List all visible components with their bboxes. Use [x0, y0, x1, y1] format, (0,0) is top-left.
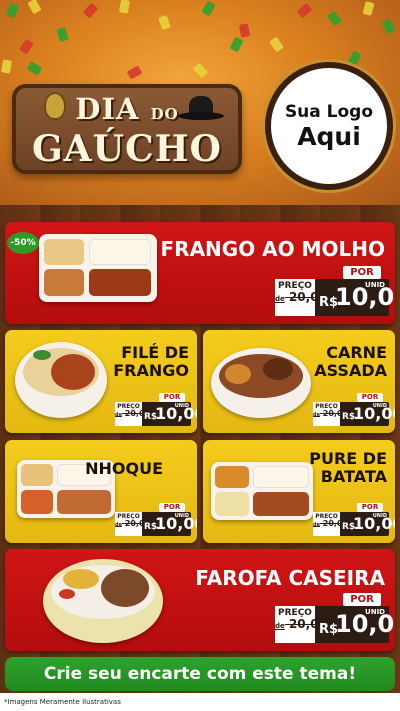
gaucho-hat-icon [178, 96, 224, 122]
food-image-carne-assada [211, 348, 311, 418]
discount-badge: -50% [7, 232, 39, 254]
product-card-pure-de-batata[interactable]: PURE DE BATATA POR PREÇO de 20,00 R$ 10,… [203, 440, 395, 543]
food-image-farofa-caseira [43, 559, 163, 643]
food-image-file-de-frango [15, 342, 107, 418]
title-word-dia: DIA [75, 92, 140, 126]
old-price: de 20,00 [313, 519, 349, 529]
old-price: de 20,00 [115, 409, 151, 419]
unit-label: UNID [365, 608, 385, 616]
price-por-label: POR [357, 503, 383, 512]
old-price: de 20,00 [275, 617, 327, 632]
product-card-farofa-caseira[interactable]: FAROFA CASEIRA POR PREÇO de 20,00 R$ 10,… [5, 549, 395, 651]
old-price: de 20,00 [115, 519, 151, 529]
price-tag: POR PREÇO de 20,00 R$ 10,00 UNID [275, 593, 395, 645]
logo-text-line-1: Sua Logo [284, 101, 374, 122]
price-por-label: POR [159, 503, 185, 512]
product-card-nhoque[interactable]: NHOQUE POR PREÇO de 20,00 R$ 10,00 UNID [5, 440, 197, 543]
product-card-carne-assada[interactable]: CARNE ASSADA POR PREÇO de 20,00 R$ 10,00… [203, 330, 395, 433]
product-name: PURE DE BATATA [309, 449, 387, 487]
chimarrao-gourd-icon [44, 92, 66, 120]
disclaimer-text: *Imagens Meramente Ilustrativas [0, 693, 400, 711]
logo-placeholder[interactable]: Sua Logo Aqui [265, 62, 393, 190]
old-price: de 20,00 [313, 409, 349, 419]
logo-text-line-2: Aqui [297, 121, 361, 151]
header: DIA DO GAÚCHO Sua Logo Aqui [0, 0, 400, 205]
old-price: de 20,00 [275, 290, 327, 305]
product-card-file-de-frango[interactable]: FILÉ DE FRANGO POR PREÇO de 20,00 R$ 10,… [5, 330, 197, 433]
title-word-do: DO [150, 105, 179, 123]
product-name: CARNE ASSADA [314, 343, 387, 381]
price-por-label: POR [159, 393, 185, 402]
unit-label: UNID [174, 513, 189, 519]
price-tag: POR PREÇO de 20,00 R$ 10,00 UNID [313, 503, 395, 537]
price-por-label: POR [357, 393, 383, 402]
price-tag: POR PREÇO de 20,00 R$ 10,00 UNID [313, 393, 395, 427]
price-por-label: POR [343, 593, 381, 606]
product-name: NHOQUE [85, 459, 163, 478]
title-line-2: GAÚCHO [31, 128, 223, 170]
price-tag: POR PREÇO de 20,00 R$ 10,00 UNID [115, 393, 197, 427]
price-por-label: POR [343, 266, 381, 279]
price-tag: POR PREÇO de 20,00 R$ 10,00 UNID [275, 266, 395, 318]
unit-label: UNID [372, 513, 387, 519]
unit-label: UNID [174, 403, 189, 409]
product-name: FILÉ DE FRANGO [113, 343, 189, 381]
product-card-frango-ao-molho[interactable]: FRANGO AO MOLHO POR PREÇO de 20,00 R$ 10… [5, 222, 395, 324]
unit-label: UNID [365, 281, 385, 289]
product-name: FRANGO AO MOLHO [160, 237, 386, 261]
flyer: DIA DO GAÚCHO Sua Logo Aqui FRANGO AO MO… [0, 0, 400, 711]
price-tag: POR PREÇO de 20,00 R$ 10,00 UNID [115, 503, 197, 537]
product-name: FAROFA CASEIRA [195, 566, 385, 590]
unit-label: UNID [372, 403, 387, 409]
food-image-frango [39, 234, 157, 302]
create-flyer-button[interactable]: Crie seu encarte com este tema! [5, 657, 395, 691]
